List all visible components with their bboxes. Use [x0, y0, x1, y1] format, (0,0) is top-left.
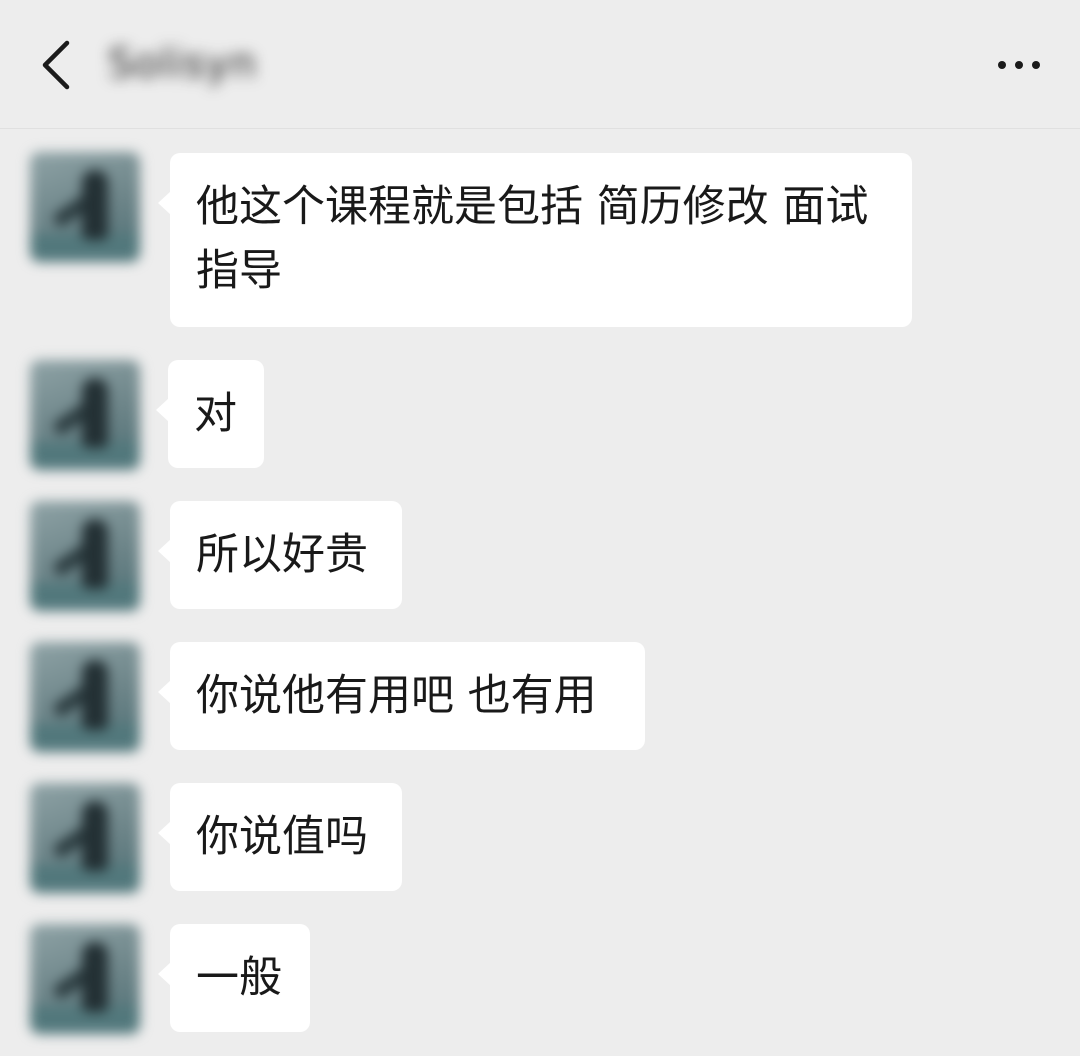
chat-screen: Solisyn 他这个课程就是包括 简历修改 面试 指导 对 所以好贵 你说他有… — [0, 0, 1080, 1056]
more-dot — [1032, 61, 1040, 69]
more-dots-icon — [998, 61, 1006, 69]
message-text: 指导 — [196, 246, 282, 296]
back-button[interactable] — [26, 30, 86, 100]
contact-name-text: Solisyn — [108, 41, 257, 87]
chat-header: Solisyn — [0, 0, 1080, 129]
message-bubble[interactable]: 你说他有用吧 也有用 — [158, 642, 645, 750]
message-text: 你说值吗 — [196, 812, 368, 862]
message-bubble[interactable]: 对 — [156, 360, 264, 468]
chevron-left-icon — [42, 40, 70, 90]
more-options-button[interactable] — [960, 40, 1040, 90]
message-bubble[interactable]: 他这个课程就是包括 简历修改 面试 指导 — [158, 153, 912, 327]
message-text: 你说他有用吧 也有用 — [196, 671, 597, 721]
message-bubble[interactable]: 你说值吗 — [158, 783, 402, 891]
message-text: 所以好贵 — [196, 530, 368, 580]
sender-avatar[interactable] — [30, 924, 140, 1034]
sender-avatar[interactable] — [30, 360, 140, 470]
sender-avatar[interactable] — [30, 501, 140, 611]
contact-name: Solisyn — [108, 36, 268, 92]
message-text: 他这个课程就是包括 简历修改 面试 — [196, 182, 869, 232]
more-dot — [1015, 61, 1023, 69]
message-bubble[interactable]: 一般 — [158, 924, 310, 1032]
message-bubble[interactable]: 所以好贵 — [158, 501, 402, 609]
sender-avatar[interactable] — [30, 152, 140, 262]
sender-avatar[interactable] — [30, 783, 140, 893]
sender-avatar[interactable] — [30, 642, 140, 752]
message-text: 一般 — [196, 953, 282, 1003]
message-text: 对 — [194, 389, 237, 439]
